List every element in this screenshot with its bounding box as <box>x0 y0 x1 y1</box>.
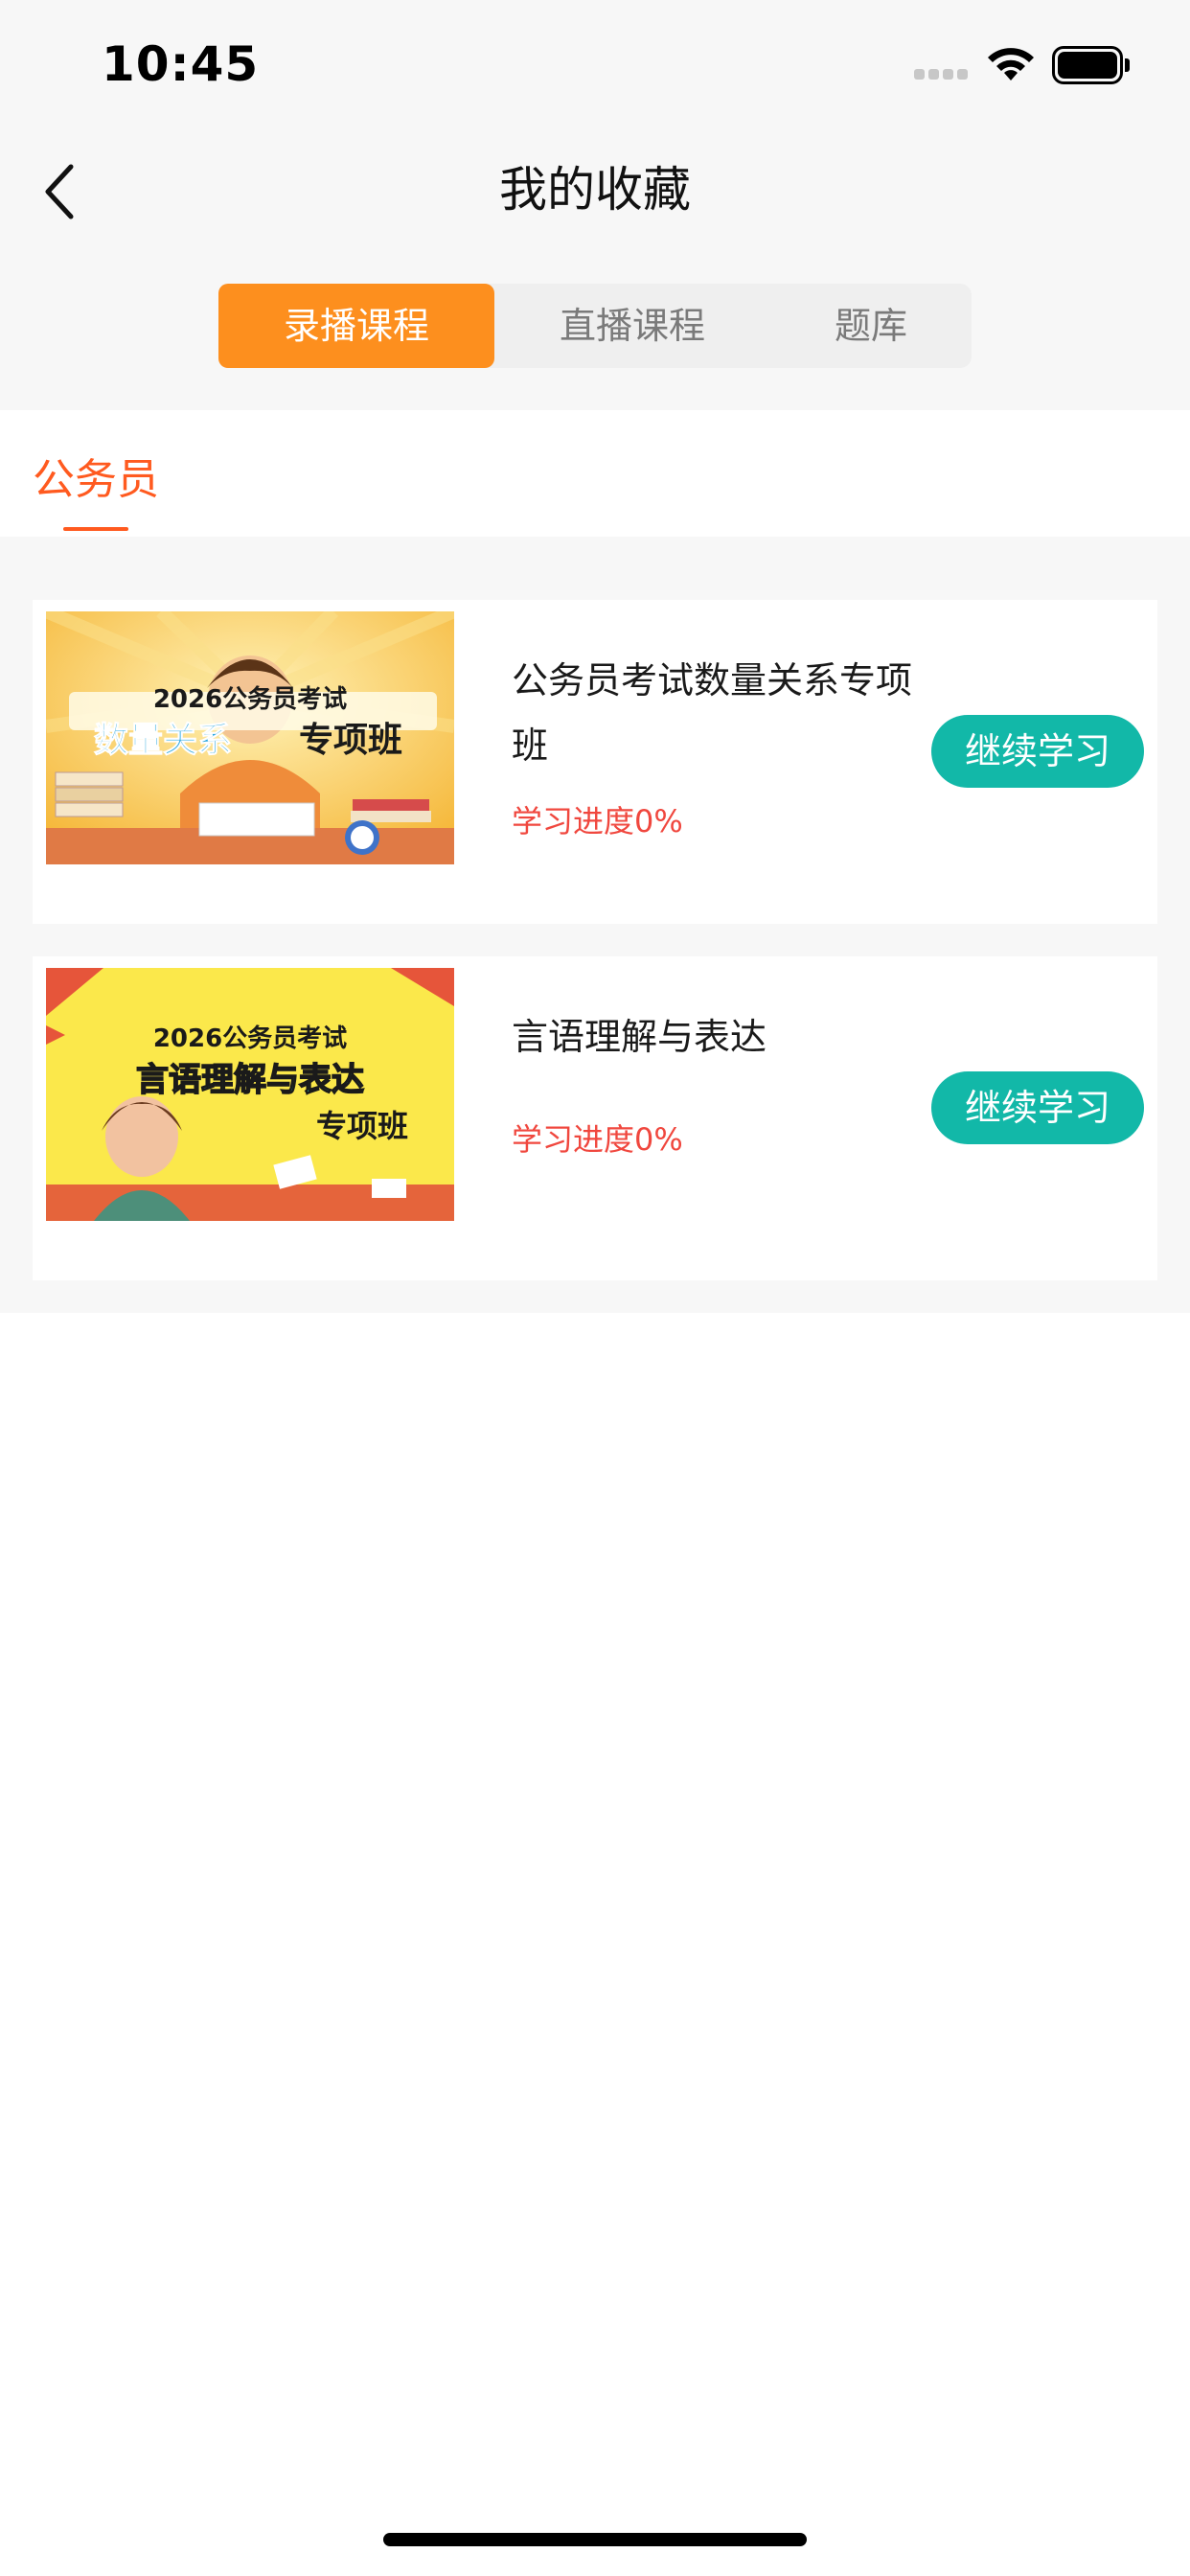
category-active-indicator <box>63 527 128 531</box>
favorites-list: 2026公务员考试 数量关系 专项班 公务员考试数量关系专项班 学习进度0% 继… <box>0 537 1190 1313</box>
thumb-year-line: 2026公务员考试 <box>153 1024 347 1053</box>
course-thumbnail: 2026公务员考试 数量关系 专项班 <box>46 611 454 864</box>
home-indicator <box>383 2533 807 2546</box>
tab-question-bank[interactable]: 题库 <box>770 284 972 368</box>
tab-recorded-courses[interactable]: 录播课程 <box>218 284 494 368</box>
course-card[interactable]: 2026公务员考试 言语理解与表达 专项班 言语理解与表达 学习进度0% 继续学… <box>33 956 1157 1280</box>
thumb-year-line: 2026公务员考试 <box>153 685 347 714</box>
header-area: 10:45 我的收藏 录播课程 直播课程 题库 <box>0 0 1190 410</box>
thumb-main-a: 数量关系 <box>94 721 232 760</box>
course-progress: 学习进度0% <box>512 803 683 840</box>
continue-learning-button[interactable]: 继续学习 <box>931 1071 1144 1144</box>
tab-live-courses[interactable]: 直播课程 <box>496 284 768 368</box>
course-card[interactable]: 2026公务员考试 数量关系 专项班 公务员考试数量关系专项班 学习进度0% 继… <box>33 600 1157 924</box>
thumb-main-b: 专项班 <box>316 1108 408 1144</box>
course-progress: 学习进度0% <box>512 1121 683 1158</box>
page: 10:45 我的收藏 录播课程 直播课程 题库 公务员 2026公务员考试 数量… <box>0 0 1190 2576</box>
course-title: 言语理解与表达 <box>512 1016 767 1058</box>
wifi-icon <box>988 48 1034 80</box>
cellular-signal-icon <box>914 69 972 82</box>
thumb-main-a: 言语理解与表达 <box>136 1061 364 1099</box>
status-time: 10:45 <box>102 36 260 92</box>
course-thumbnail: 2026公务员考试 言语理解与表达 专项班 <box>46 968 454 1221</box>
battery-icon <box>1052 46 1131 84</box>
course-type-tabs: 录播课程 直播课程 题库 <box>218 284 972 368</box>
course-title: 公务员考试数量关系专项班 <box>512 659 913 767</box>
thumb-main-b: 专项班 <box>299 721 402 760</box>
category-tab-civil-servant[interactable]: 公务员 <box>33 445 159 506</box>
category-tabs: 公务员 <box>0 410 1190 537</box>
continue-learning-button[interactable]: 继续学习 <box>931 715 1144 788</box>
page-title: 我的收藏 <box>499 162 691 218</box>
